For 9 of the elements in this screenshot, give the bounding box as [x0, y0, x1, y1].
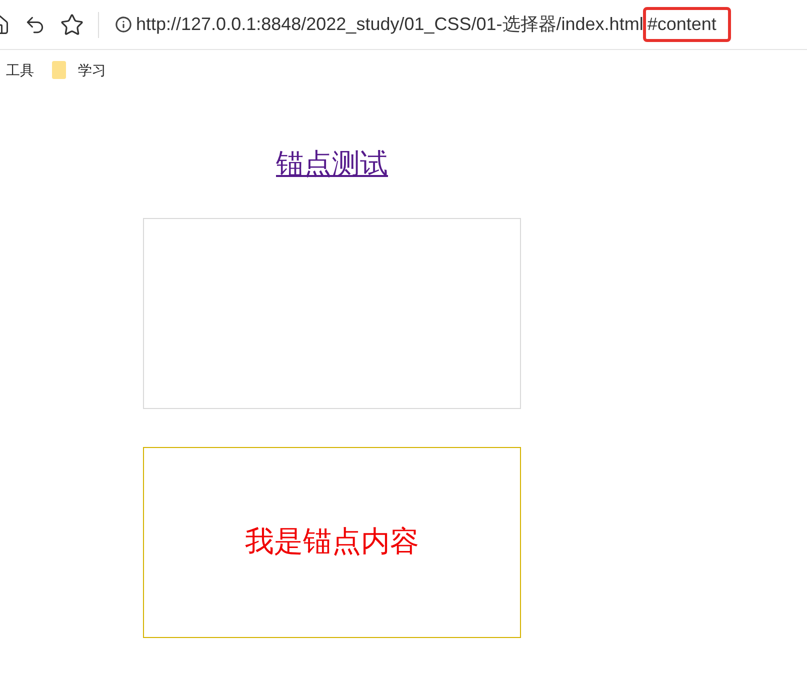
url-hash[interactable]: #content [643, 7, 732, 42]
folder-icon [52, 61, 66, 79]
site-info-icon[interactable] [115, 16, 132, 33]
url-text[interactable]: http://127.0.0.1:8848/2022_study/01_CSS/01-选择器/index.html [136, 11, 644, 38]
bookmark-star-icon[interactable] [60, 12, 84, 36]
bookmark-item[interactable]: 学习 [78, 60, 106, 80]
anchor-content-text: 我是锚点内容 [245, 524, 419, 560]
anchor-link[interactable]: 锚点测试 [276, 146, 388, 182]
bookmark-item[interactable]: 工具 [6, 60, 34, 80]
